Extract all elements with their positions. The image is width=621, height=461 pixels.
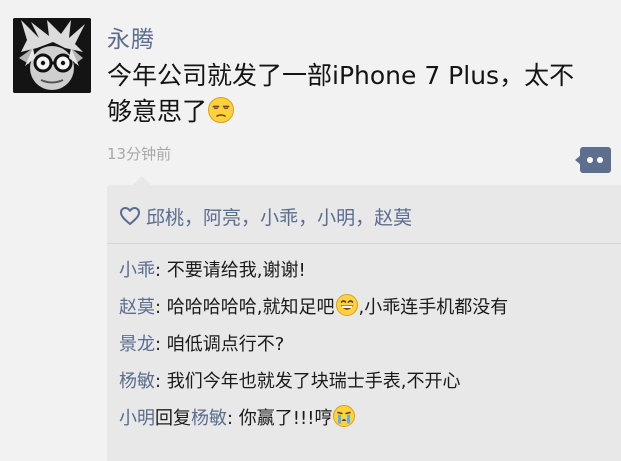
comment-colon: :	[155, 297, 167, 318]
like-separator: ，	[241, 206, 261, 229]
comment-text: 我们今年也就发了块瑞士手表,不开心	[166, 371, 461, 392]
crying-face-emoji	[332, 404, 356, 439]
comment-colon: :	[155, 260, 167, 281]
reply-word: 回复	[155, 408, 191, 429]
comment-author[interactable]: 景龙	[119, 334, 155, 355]
comment-button[interactable]	[575, 147, 611, 173]
heart-outline-icon	[119, 206, 141, 226]
likes-divider	[107, 243, 621, 244]
comment-panel: 邱桃 ， 阿亮 ， 小乖 ， 小明 ， 赵莫 小乖: 不要请给我,谢谢! 赵莫:…	[107, 176, 621, 461]
likes-row: 邱桃 ， 阿亮 ， 小乖 ， 小明 ， 赵莫	[119, 202, 412, 230]
comment-text: 你赢了!!!哼	[238, 408, 333, 429]
post-timestamp: 13分钟前	[107, 145, 172, 163]
post-username[interactable]: 永腾	[107, 20, 155, 54]
comment-item[interactable]: 小明回复杨敏: 你赢了!!!哼	[119, 403, 609, 440]
reply-target[interactable]: 杨敏	[191, 408, 227, 429]
comment-item[interactable]: 小乖: 不要请给我,谢谢!	[119, 255, 609, 292]
like-separator: ，	[298, 206, 318, 229]
like-separator: ，	[184, 206, 204, 229]
like-name-aliang[interactable]: 阿亮	[203, 203, 241, 230]
comment-author[interactable]: 小明	[119, 408, 155, 429]
comment-panel-caret	[133, 176, 151, 185]
post-content-text: 今年公司就发了一部iPhone 7 Plus，太不够意思了	[107, 61, 575, 126]
like-name-zhaomo[interactable]: 赵莫	[374, 203, 412, 230]
like-separator: ，	[355, 206, 375, 229]
comment-text: 哈哈哈哈哈,就知足吧	[166, 297, 335, 318]
comment-item[interactable]: 景龙: 咱低调点行不?	[119, 329, 609, 366]
comment-author[interactable]: 小乖	[119, 260, 155, 281]
like-name-xiaoguai[interactable]: 小乖	[260, 203, 298, 230]
comment-text: 不要请给我,谢谢!	[166, 260, 306, 281]
comment-author[interactable]: 赵莫	[119, 297, 155, 318]
comment-item[interactable]: 杨敏: 我们今年也就发了块瑞士手表,不开心	[119, 366, 609, 403]
unamused-face-emoji	[207, 96, 235, 134]
comment-text: 咱低调点行不?	[166, 334, 285, 355]
comment-dots-icon	[575, 147, 611, 173]
avatar[interactable]	[13, 18, 91, 93]
comment-colon: :	[155, 371, 167, 392]
comment-list: 小乖: 不要请给我,谢谢! 赵莫: 哈哈哈哈哈,就知足吧 ,小乖连手机都没有 景…	[119, 255, 609, 440]
comment-item[interactable]: 赵莫: 哈哈哈哈哈,就知足吧 ,小乖连手机都没有	[119, 292, 609, 329]
like-name-xiaoming[interactable]: 小明	[317, 203, 355, 230]
post-content: 今年公司就发了一部iPhone 7 Plus，太不够意思了	[107, 58, 597, 134]
grinning-face-emoji	[335, 293, 359, 328]
comment-author[interactable]: 杨敏	[119, 371, 155, 392]
comment-text-continued: ,小乖连手机都没有	[358, 297, 509, 318]
comment-colon: :	[155, 334, 167, 355]
avatar-image	[13, 18, 91, 93]
comment-colon: :	[227, 408, 239, 429]
moments-post: 永腾 今年公司就发了一部iPhone 7 Plus，太不够意思了 13分钟前 邱…	[0, 0, 621, 461]
like-name-qiutao[interactable]: 邱桃	[146, 203, 184, 230]
